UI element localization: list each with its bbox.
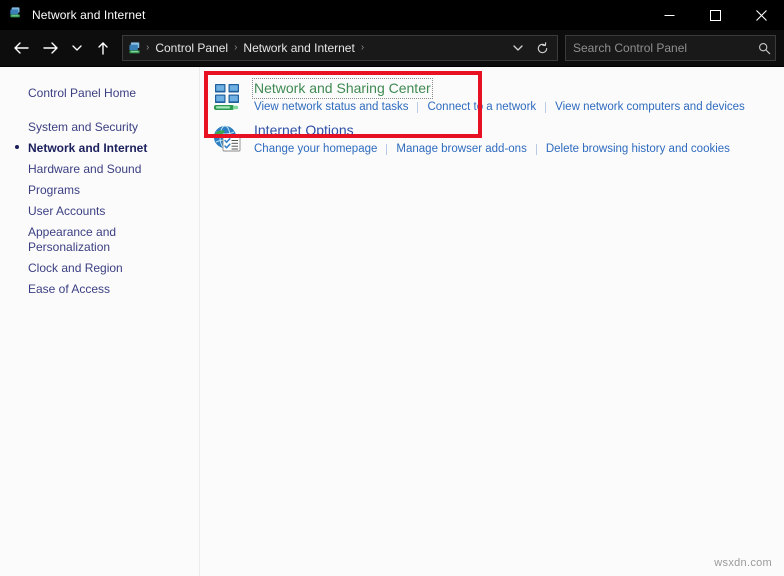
forward-arrow-icon[interactable] bbox=[36, 34, 66, 62]
sidebar-item-ease-of-access[interactable]: Ease of Access bbox=[0, 279, 199, 300]
link-view-network-computers-and-devices[interactable]: View network computers and devices bbox=[555, 101, 745, 113]
internet-options-icon[interactable] bbox=[212, 123, 244, 155]
link-connect-to-a-network[interactable]: Connect to a network bbox=[427, 101, 536, 113]
category-links-network: View network status and tasks Connect to… bbox=[254, 101, 745, 113]
refresh-icon[interactable] bbox=[530, 37, 555, 59]
search-icon[interactable] bbox=[758, 42, 771, 55]
link-change-your-homepage[interactable]: Change your homepage bbox=[254, 143, 377, 155]
breadcrumb-item-control-panel[interactable]: Control Panel bbox=[150, 41, 233, 55]
close-icon[interactable] bbox=[738, 0, 784, 30]
search-input[interactable]: Search Control Panel bbox=[573, 41, 758, 55]
sidebar: Control Panel Home System and Security N… bbox=[0, 67, 200, 576]
link-separator bbox=[535, 143, 537, 155]
sidebar-item-network-and-internet[interactable]: Network and Internet bbox=[0, 138, 199, 159]
category-title-internet-options[interactable]: Internet Options bbox=[254, 122, 354, 139]
link-delete-browsing-history-and-cookies[interactable]: Delete browsing history and cookies bbox=[546, 143, 730, 155]
category-links-internet: Change your homepage Manage browser add-… bbox=[254, 143, 730, 155]
sidebar-item-clock-and-region[interactable]: Clock and Region bbox=[0, 258, 199, 279]
title-bar: Network and Internet bbox=[0, 0, 784, 30]
watermark: wsxdn.com bbox=[714, 557, 772, 569]
window-title: Network and Internet bbox=[32, 8, 146, 22]
address-bar[interactable]: › Control Panel › Network and Internet › bbox=[122, 35, 558, 61]
address-bar-buttons bbox=[505, 37, 555, 59]
link-manage-browser-add-ons[interactable]: Manage browser add-ons bbox=[396, 143, 526, 155]
breadcrumb-item-network-and-internet[interactable]: Network and Internet bbox=[238, 41, 359, 55]
main-content: Network and Sharing Center View network … bbox=[200, 67, 784, 576]
search-control-panel-box[interactable]: Search Control Panel bbox=[565, 35, 776, 61]
sidebar-item-control-panel-home[interactable]: Control Panel Home bbox=[0, 83, 199, 104]
maximize-icon[interactable] bbox=[692, 0, 738, 30]
address-dropdown-chevron-down-icon[interactable] bbox=[505, 37, 530, 59]
category-title-network-and-sharing-center[interactable]: Network and Sharing Center bbox=[252, 78, 433, 99]
sidebar-item-hardware-and-sound[interactable]: Hardware and Sound bbox=[0, 159, 199, 180]
network-sharing-center-icon[interactable] bbox=[212, 81, 244, 113]
minimize-icon[interactable] bbox=[646, 0, 692, 30]
link-separator bbox=[545, 101, 547, 113]
window-body: Control Panel Home System and Security N… bbox=[0, 67, 784, 576]
sidebar-item-system-and-security[interactable]: System and Security bbox=[0, 117, 199, 138]
sidebar-item-user-accounts[interactable]: User Accounts bbox=[0, 201, 199, 222]
address-network-icon bbox=[128, 41, 143, 56]
up-arrow-icon[interactable] bbox=[88, 34, 118, 62]
recent-locations-chevron-down-icon[interactable] bbox=[66, 34, 88, 62]
title-bar-left: Network and Internet bbox=[0, 6, 145, 25]
category-texts-network: Network and Sharing Center View network … bbox=[252, 78, 745, 113]
navigation-bar: › Control Panel › Network and Internet ›… bbox=[0, 30, 784, 67]
category-texts-internet: Internet Options Change your homepage Ma… bbox=[254, 122, 730, 155]
network-icon bbox=[9, 6, 23, 25]
window-controls bbox=[646, 0, 784, 30]
category-internet-options: Internet Options Change your homepage Ma… bbox=[200, 122, 784, 155]
link-view-network-status-and-tasks[interactable]: View network status and tasks bbox=[254, 101, 408, 113]
breadcrumb: › Control Panel › Network and Internet › bbox=[145, 41, 505, 55]
category-network-and-sharing-center: Network and Sharing Center View network … bbox=[200, 78, 784, 113]
back-arrow-icon[interactable] bbox=[6, 34, 36, 62]
link-separator bbox=[386, 143, 388, 155]
breadcrumb-separator-2[interactable]: › bbox=[360, 43, 365, 53]
sidebar-item-programs[interactable]: Programs bbox=[0, 180, 199, 201]
link-separator bbox=[417, 101, 419, 113]
sidebar-item-appearance-and-personalization[interactable]: Appearance and Personalization bbox=[0, 222, 199, 258]
